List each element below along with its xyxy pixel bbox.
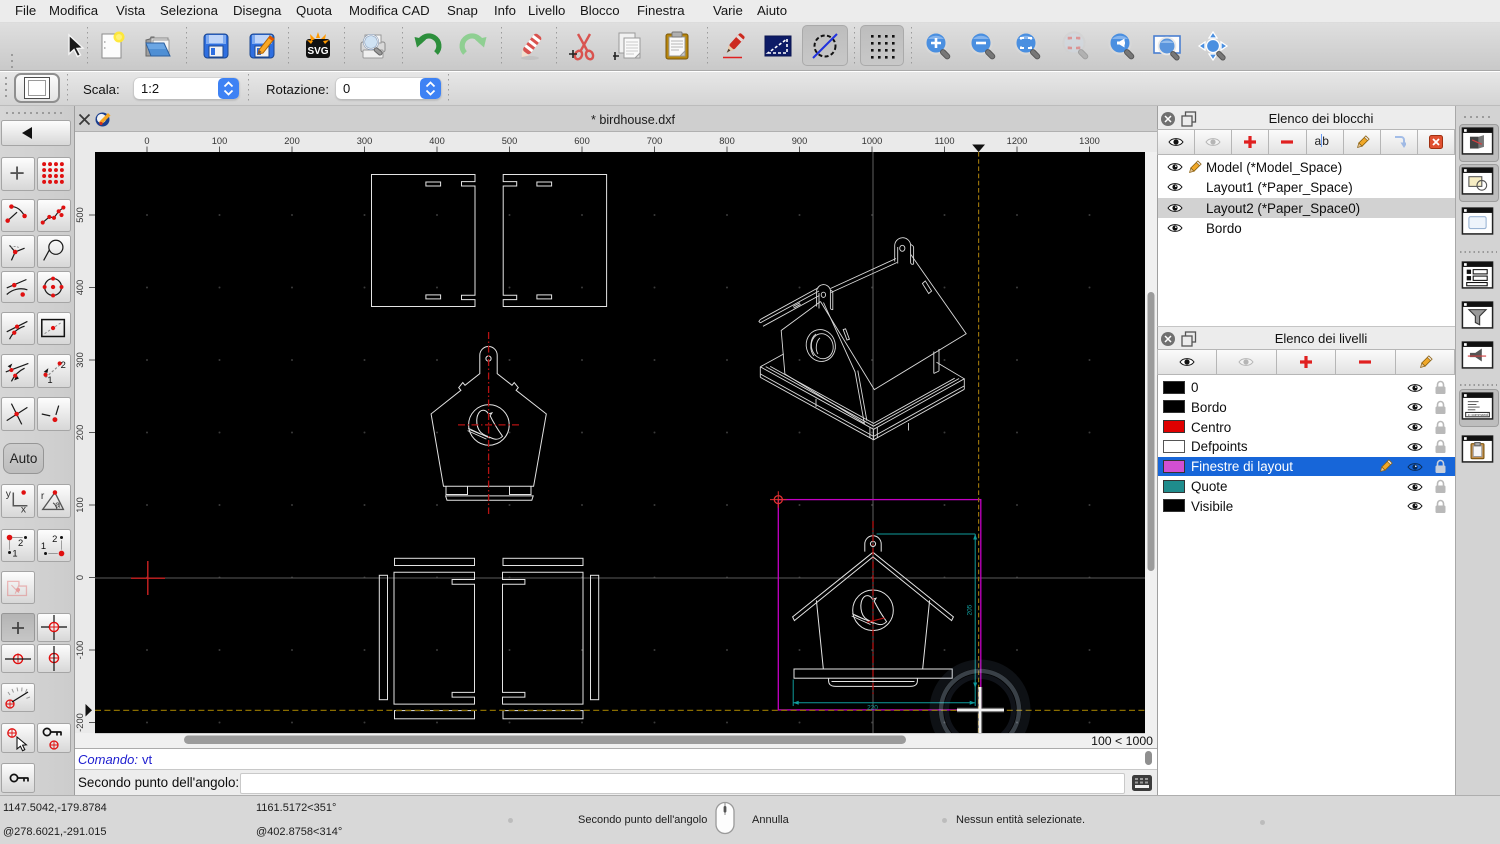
svg-text:1100: 1100 [935, 136, 955, 146]
svg-text:300: 300 [357, 136, 373, 146]
svg-text:300: 300 [75, 352, 85, 368]
svg-text:100: 100 [212, 136, 228, 146]
svg-text:200: 200 [284, 136, 300, 146]
svg-text:1: 1 [47, 374, 52, 385]
svg-text:-100: -100 [75, 641, 85, 660]
svg-text:2: 2 [18, 537, 23, 548]
svg-text:500: 500 [75, 207, 85, 223]
svg-text:600: 600 [574, 136, 590, 146]
svg-text:r: r [41, 491, 45, 502]
svg-text:Elenco dei livelli: Elenco dei livelli [1275, 331, 1368, 346]
svg-text:400: 400 [429, 136, 445, 146]
svg-text:1: 1 [12, 547, 17, 558]
svg-text:a: a [55, 499, 61, 510]
svg-text:100 < 1000: 100 < 1000 [1091, 734, 1153, 748]
svg-text:0: 0 [75, 575, 85, 580]
svg-text:y: y [6, 489, 12, 500]
svg-text:1300: 1300 [1079, 136, 1100, 146]
svg-text:205: 205 [967, 604, 974, 615]
svg-text:2: 2 [52, 533, 57, 544]
svg-text:1: 1 [41, 540, 46, 551]
svg-text:900: 900 [792, 136, 808, 146]
svg-text:Elenco dei blocchi: Elenco dei blocchi [1269, 111, 1374, 126]
svg-text:700: 700 [647, 136, 663, 146]
svg-text:* birdhouse.dxf: * birdhouse.dxf [591, 113, 676, 127]
svg-text:1000: 1000 [862, 136, 883, 146]
svg-text:1200: 1200 [1007, 136, 1028, 146]
svg-text:2: 2 [61, 359, 66, 370]
svg-text:200: 200 [75, 425, 85, 441]
svg-text:100: 100 [75, 497, 85, 513]
svg-text:400: 400 [75, 280, 85, 296]
svg-text:500: 500 [502, 136, 518, 146]
svg-text:SVG: SVG [307, 46, 328, 57]
svg-text:800: 800 [719, 136, 735, 146]
svg-text:c: command: c: command [1468, 413, 1488, 417]
svg-text:-200: -200 [75, 713, 85, 732]
svg-text:0: 0 [144, 136, 149, 146]
